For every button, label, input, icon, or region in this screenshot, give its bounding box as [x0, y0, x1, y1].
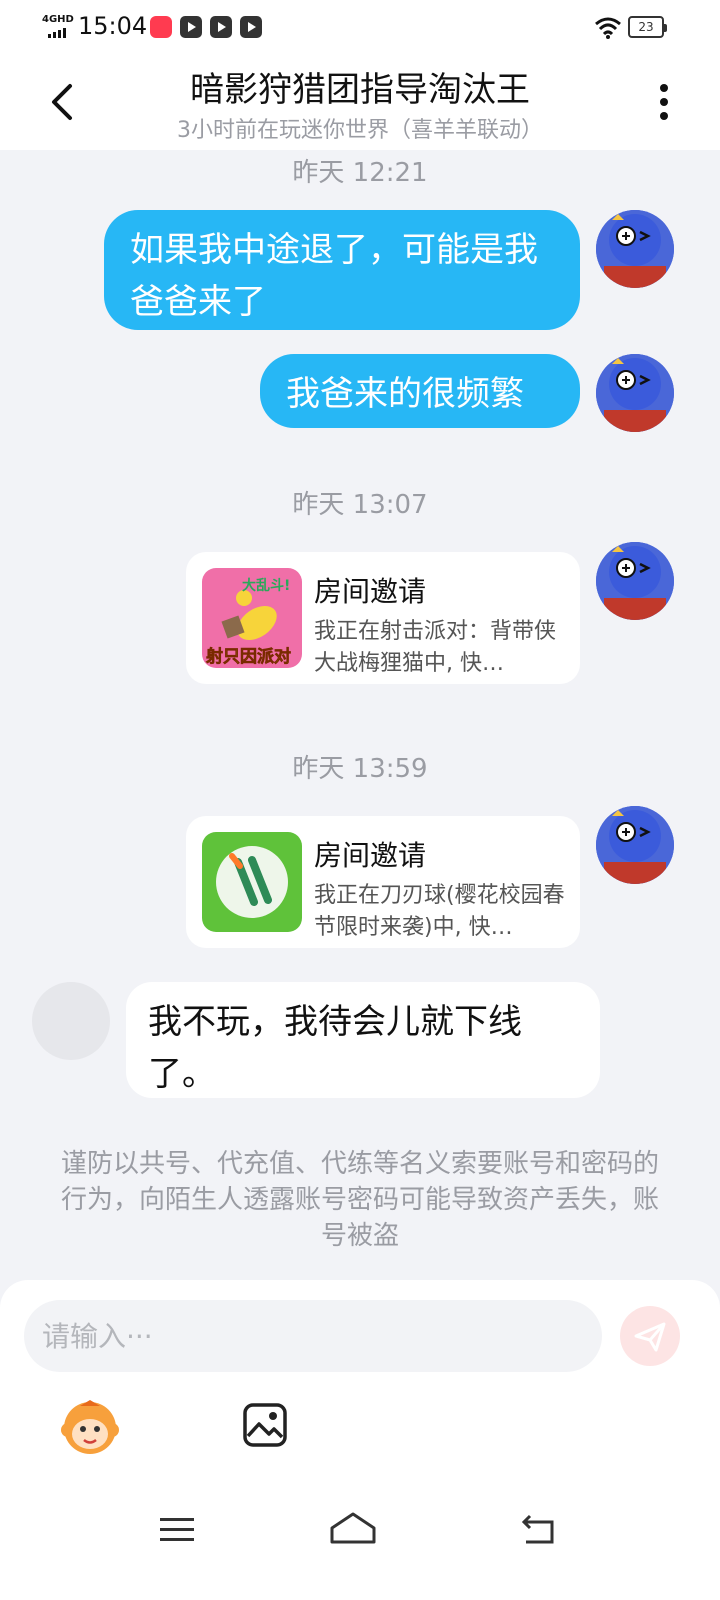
video-app-icon — [240, 16, 262, 38]
video-app-icon — [210, 16, 232, 38]
chat-subtitle: 3小时前在玩迷你世界（喜羊羊联动） — [177, 118, 543, 143]
card-title: 房间邀请 — [314, 839, 427, 872]
time-divider: 昨天 12:21 — [292, 158, 428, 188]
avatar-image — [596, 354, 674, 432]
outgoing-message[interactable]: 如果我中途退了，可能是我爸爸来了 — [104, 210, 580, 330]
video-app-icon — [180, 16, 202, 38]
avatar[interactable] — [596, 542, 674, 620]
home-nav-button[interactable] — [328, 1506, 378, 1550]
contact-avatar[interactable] — [32, 982, 110, 1060]
room-invite-card[interactable]: 房间邀请 我正在刀刃球(樱花校园春节限时来袭)中, 快… — [186, 816, 580, 948]
card-title: 房间邀请 — [314, 575, 427, 608]
battery-icon: 23 — [628, 16, 667, 38]
signal-indicator: 4GHD — [42, 14, 74, 40]
signal-icon — [48, 28, 66, 38]
send-icon — [634, 1322, 666, 1352]
app-notification-icon — [150, 16, 172, 38]
menu-icon — [160, 1518, 194, 1541]
input-area — [0, 1280, 720, 1600]
room-invite-card[interactable]: 大乱斗! 射只因派对 房间邀请 我正在射击派对：背带侠大战梅狸猫中, 快… — [186, 552, 580, 684]
game-thumbnail: 大乱斗! 射只因派对 — [202, 568, 302, 668]
avatar-image — [596, 210, 674, 288]
outgoing-message[interactable]: 我爸来的很频繁 — [260, 354, 580, 428]
image-icon[interactable] — [242, 1402, 288, 1448]
network-type: 4GHD — [42, 14, 74, 25]
wifi-icon — [595, 17, 621, 39]
safety-warning: 谨防以共号、代充值、代练等名义索要账号和密码的行为，向陌生人透露账号密码可能导致… — [60, 1149, 659, 1251]
avatar-image — [596, 806, 674, 884]
card-description: 我正在射击派对：背带侠大战梅狸猫中, 快… — [314, 619, 557, 676]
incoming-message[interactable]: 我不玩，我待会儿就下线了。 — [126, 982, 600, 1098]
menu-nav-button[interactable] — [158, 1508, 198, 1552]
home-icon — [330, 1512, 376, 1544]
card-description: 我正在刀刃球(樱花校园春节限时来袭)中, 快… — [314, 883, 565, 940]
more-vertical-icon — [660, 84, 668, 120]
thumb-text-top: 大乱斗! — [242, 577, 290, 594]
thumb-text-bottom: 射只因派对 — [205, 646, 291, 667]
avatar[interactable] — [596, 806, 674, 884]
message-input[interactable] — [24, 1300, 602, 1372]
more-button[interactable] — [652, 80, 676, 124]
send-button[interactable] — [620, 1306, 680, 1366]
return-icon — [521, 1514, 554, 1544]
status-time: 15:04 — [78, 12, 148, 40]
avatar[interactable] — [596, 354, 674, 432]
status-bar: 4GHD 15:04 23 — [0, 0, 720, 56]
game-thumbnail — [202, 832, 302, 932]
time-divider: 昨天 13:07 — [292, 490, 428, 520]
game-thumbnail-image: 大乱斗! 射只因派对 — [202, 568, 302, 668]
time-divider: 昨天 13:59 — [292, 754, 428, 784]
chat-header: 暗影狩猎团指导淘汰王 3小时前在玩迷你世界（喜羊羊联动） — [0, 56, 720, 150]
game-thumbnail-image — [202, 832, 302, 932]
avatar[interactable] — [596, 210, 674, 288]
monkey-mascot-icon[interactable] — [60, 1398, 120, 1458]
battery-level: 23 — [638, 20, 654, 34]
avatar-image — [596, 542, 674, 620]
chat-title: 暗影狩猎团指导淘汰王 — [190, 70, 530, 110]
back-nav-button[interactable] — [518, 1508, 558, 1552]
